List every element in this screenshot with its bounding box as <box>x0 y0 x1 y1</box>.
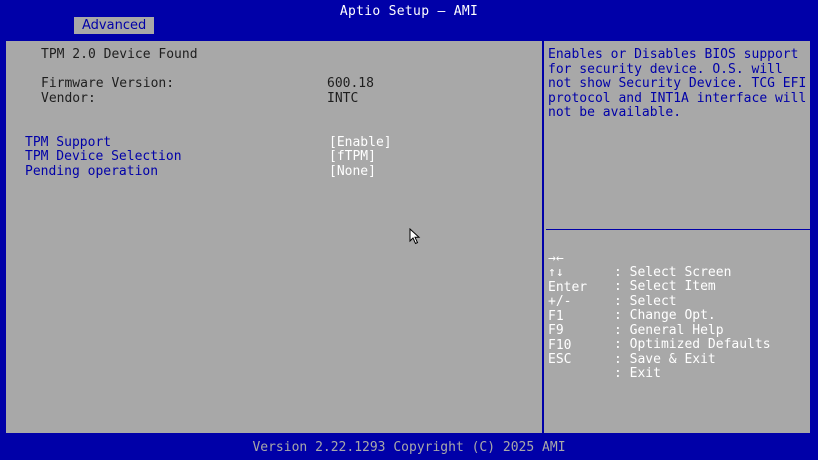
key-desc: : Exit <box>614 366 661 381</box>
key-hint-row: ESC : Exit <box>548 339 661 395</box>
firmware-version-label: Firmware Version: <box>41 76 175 91</box>
page-heading: TPM 2.0 Device Found <box>41 47 198 62</box>
key-desc: : Select <box>614 294 677 309</box>
vendor-label: Vendor: <box>41 91 96 106</box>
key-desc: : Save & Exit <box>614 352 716 367</box>
firmware-version-value: 600.18 <box>327 76 374 91</box>
key-desc: : Change Opt. <box>614 308 716 323</box>
title-bar: Aptio Setup – AMI Advanced <box>0 0 818 34</box>
bios-screen: Aptio Setup – AMI Advanced TPM 2.0 Devic… <box>0 0 818 460</box>
key-desc: : Select Item <box>614 279 716 294</box>
key-desc: : Select Screen <box>614 265 732 280</box>
tpm-device-selection-label[interactable]: TPM Device Selection <box>25 150 182 164</box>
help-divider <box>546 229 810 230</box>
mouse-pointer-icon <box>409 228 421 245</box>
vendor-value: INTC <box>327 91 359 106</box>
help-text: Enables or Disables BIOS support for sec… <box>548 47 807 121</box>
footer-version-text: Version 2.22.1293 Copyright (C) 2025 AMI <box>252 440 566 455</box>
key-desc: : General Help <box>614 323 724 338</box>
tpm-support-label[interactable]: TPM Support <box>25 136 111 150</box>
tab-advanced[interactable]: Advanced <box>74 17 155 34</box>
panel-divider <box>542 39 544 435</box>
tpm-support-value[interactable]: [Enable] <box>329 136 392 150</box>
pending-operation-value[interactable]: [None] <box>329 165 376 179</box>
pending-operation-label[interactable]: Pending operation <box>25 165 158 179</box>
key-esc: ESC <box>548 352 572 367</box>
key-desc: : Optimized Defaults <box>614 337 771 352</box>
footer: Version 2.22.1293 Copyright (C) 2025 AMI <box>0 440 818 460</box>
tpm-device-selection-value[interactable]: [fTPM] <box>329 150 376 164</box>
